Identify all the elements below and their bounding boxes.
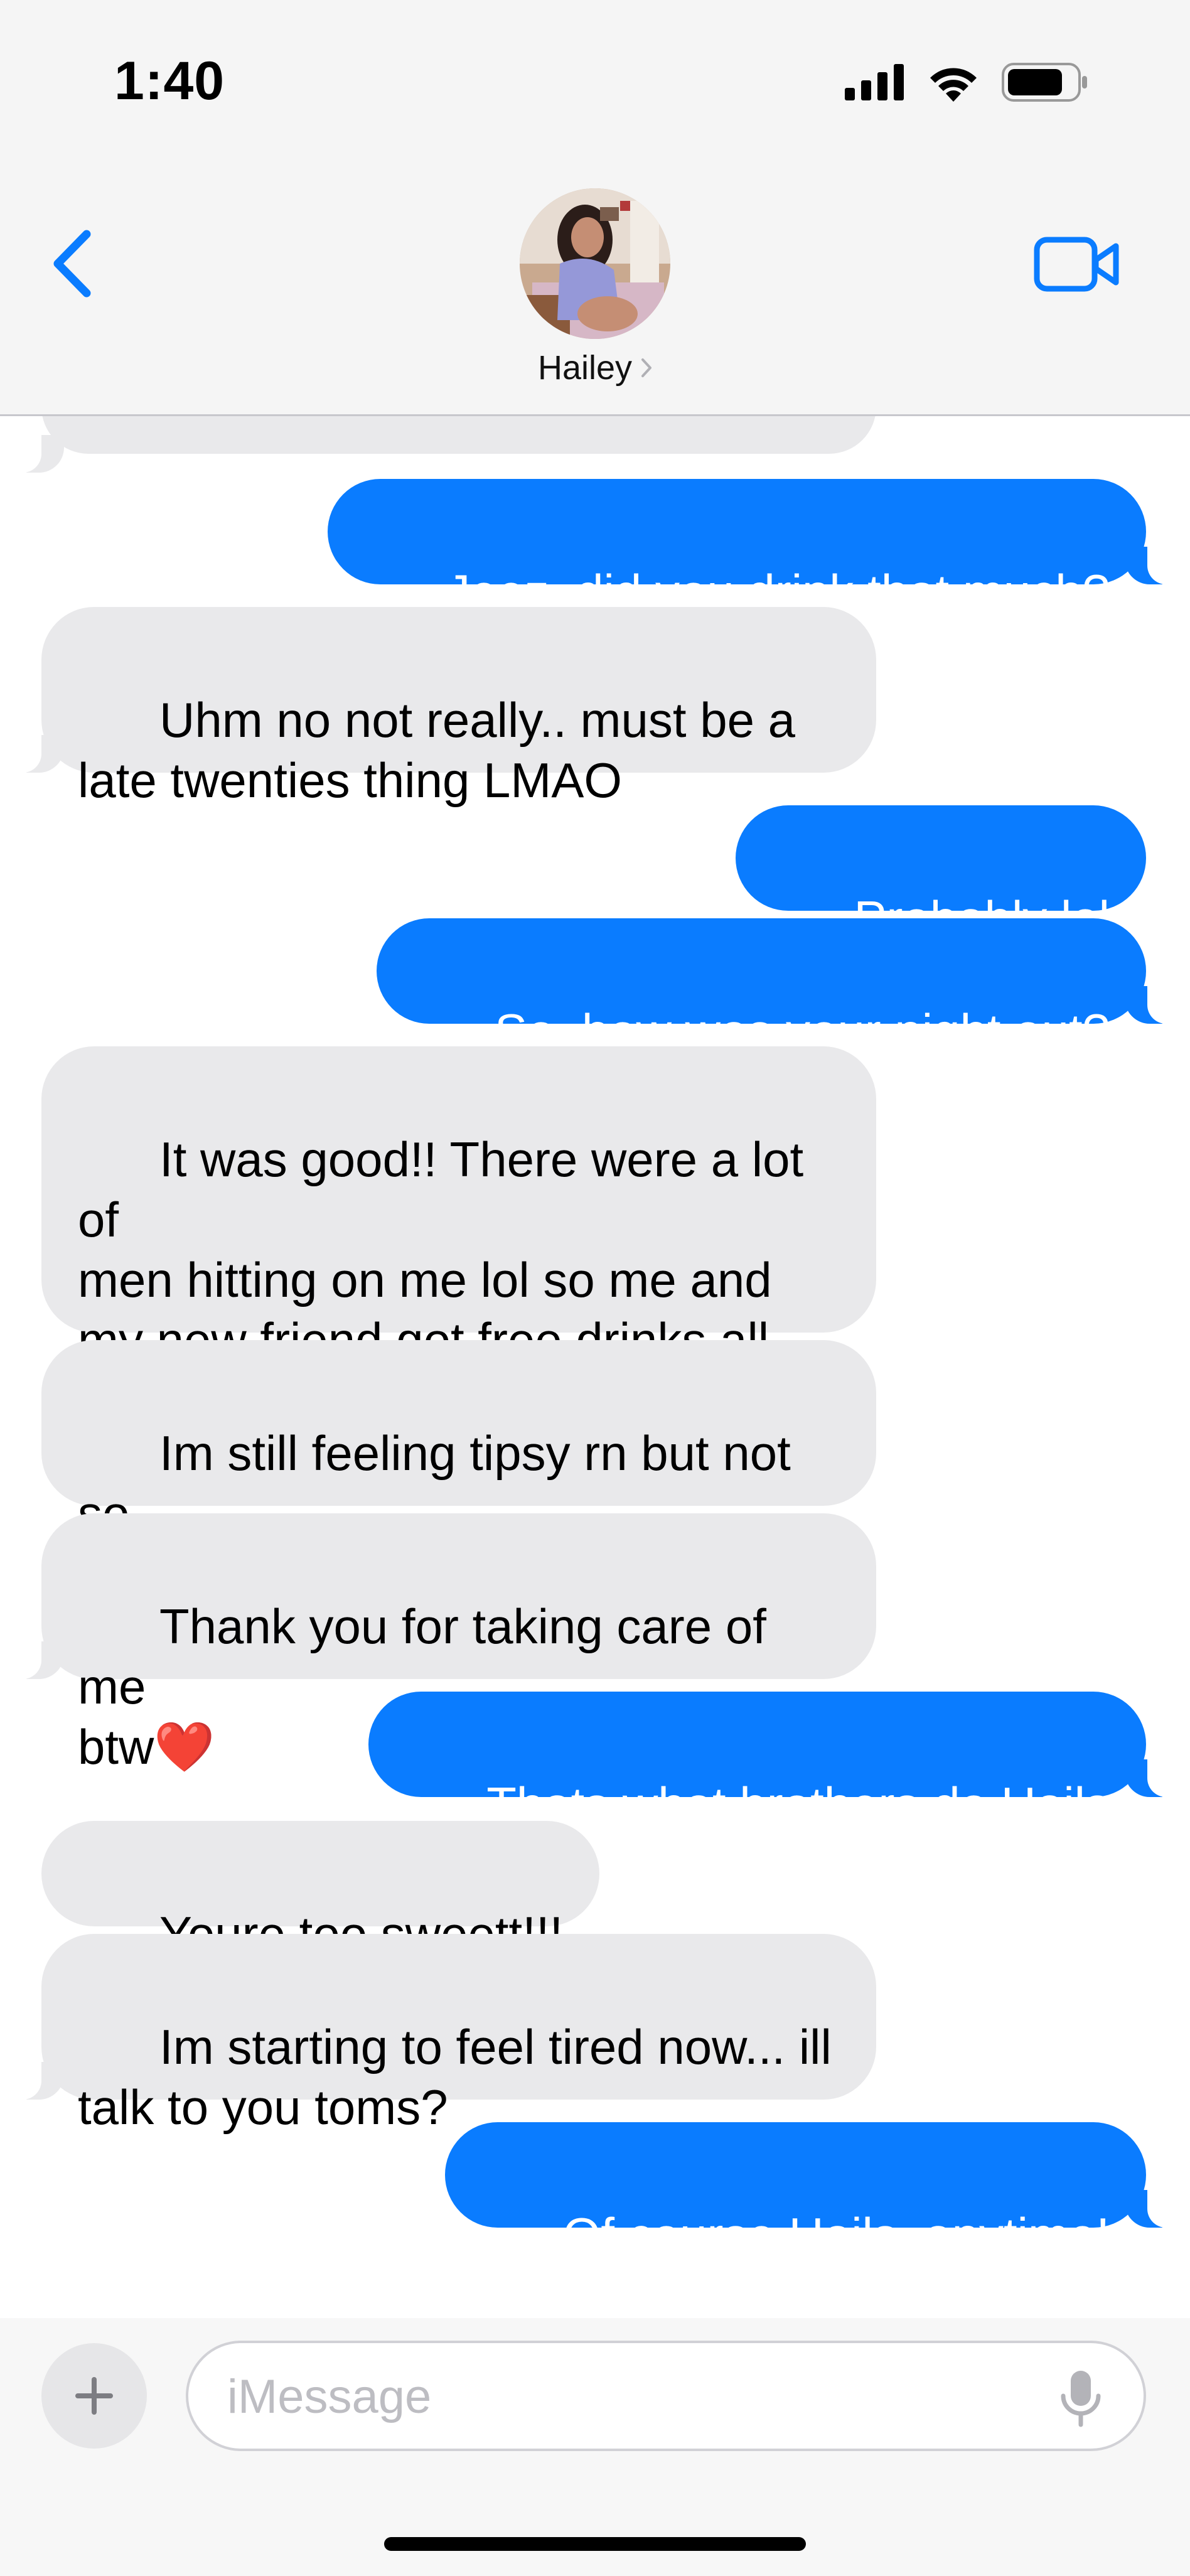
message-input[interactable] <box>226 2343 1013 2450</box>
message-bubble-received[interactable]: Youre too sweett!!! <box>41 1821 600 1962</box>
bubble-tail <box>1125 2190 1175 2228</box>
battery-icon <box>1002 63 1087 102</box>
contact-avatar[interactable] <box>520 188 670 339</box>
message-text: Thats what brothers do Hails <box>486 1777 1110 1832</box>
dictation-button[interactable] <box>1056 2368 1106 2428</box>
message-field[interactable] <box>186 2341 1146 2451</box>
message-bubble-received[interactable]: It was good!! There were a lot of men hi… <box>41 1046 876 1428</box>
message-bubble-sent[interactable]: Of course Hails, anytime! <box>444 2122 1146 2263</box>
wifi-icon <box>930 68 977 102</box>
chevron-left-icon <box>53 230 91 298</box>
bubble-tail <box>1125 547 1175 584</box>
message-text: Im starting to feel tired now... ill tal… <box>78 2019 832 2135</box>
message-bubble-sent[interactable]: Jeez, did you drink that much? <box>328 479 1146 620</box>
bubble-tail <box>14 2062 64 2100</box>
avatar-photo <box>520 188 670 339</box>
message-bubble-received[interactable]: Im starting to feel tired now... ill tal… <box>41 1934 876 2135</box>
back-button[interactable] <box>44 226 100 301</box>
home-indicator[interactable] <box>384 2537 806 2551</box>
message-text: Uhm no not really.. must be a late twent… <box>78 692 796 808</box>
message-bubble-received-partial <box>41 416 876 454</box>
message-thread[interactable]: Jeez, did you drink that much? Uhm no no… <box>0 416 1190 2318</box>
plus-icon <box>75 2377 113 2415</box>
microphone-icon <box>1061 2371 1101 2427</box>
contact-name-button[interactable]: Hailey <box>0 348 1190 387</box>
message-bubble-sent[interactable]: Probably lol <box>736 805 1146 946</box>
contact-name: Hailey <box>537 349 633 387</box>
message-bubble-received[interactable]: Uhm no not really.. must be a late twent… <box>41 607 876 808</box>
bubble-tail <box>14 435 64 473</box>
imessage-screen: 1:40 Hailey Jeez, did you drink that muc… <box>0 0 1190 2576</box>
add-attachment-button[interactable] <box>41 2343 147 2449</box>
facetime-video-button[interactable] <box>1033 232 1121 295</box>
conversation-header: Hailey <box>0 163 1190 416</box>
message-bubble-sent[interactable]: Thats what brothers do Hails <box>368 1692 1146 1832</box>
message-bubble-received[interactable]: Im still feeling tipsy rn but not so muc… <box>41 1340 876 1601</box>
status-time: 1:40 <box>114 51 225 111</box>
bubble-tail <box>14 735 64 773</box>
compose-bar <box>0 2318 1190 2576</box>
cellular-signal-icon <box>845 64 904 100</box>
bubble-tail <box>14 1641 64 1679</box>
status-bar: 1:40 <box>0 0 1190 163</box>
bubble-tail <box>1125 1759 1175 1797</box>
video-camera-icon <box>1034 237 1119 292</box>
chevron-right-icon <box>641 358 652 377</box>
message-text: Of course Hails, anytime! <box>562 2208 1110 2263</box>
bubble-tail <box>1125 986 1175 1024</box>
message-bubble-sent[interactable]: So, how was your night out? <box>377 918 1146 1059</box>
message-bubble-received[interactable]: Thank you for taking care of me btw❤️ <box>41 1513 876 1774</box>
status-icons <box>845 63 1090 102</box>
